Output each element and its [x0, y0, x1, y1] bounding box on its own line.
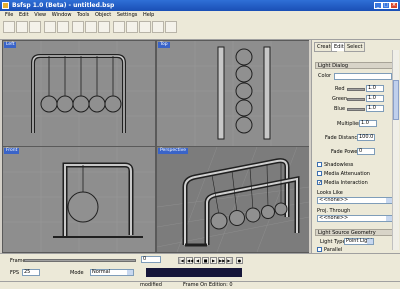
redo-icon[interactable] [57, 21, 69, 33]
parallel-checkbox[interactable] [317, 247, 322, 252]
next-frame-button[interactable]: ▶▶ [218, 257, 225, 264]
multiplier-input[interactable]: 1.0 [359, 120, 377, 127]
cut-icon[interactable] [72, 21, 84, 33]
title-bar: Bsfsp 1.0 (Beta) - untitled.bsp _ □ × [0, 0, 400, 11]
top-view-render [157, 41, 309, 146]
media-interaction-label: Media Interaction [324, 180, 368, 186]
timeline-bar: Frame 0 |◀ ◀◀ ◀ ■ ▶ ▶▶ ▶| ● FPS 25 Mode … [0, 253, 400, 281]
copy-icon[interactable] [85, 21, 97, 33]
status-bar: modified Frame On Edition: 0 [0, 281, 400, 289]
fade-power-label: Fade Power [331, 149, 360, 155]
red-label: Red [335, 86, 345, 92]
menu-edit[interactable]: Edit [19, 12, 29, 18]
section-light-dialog[interactable]: Light Dialog [315, 62, 394, 69]
menu-tools[interactable]: Tools [77, 12, 89, 18]
save-file-icon[interactable] [29, 21, 41, 33]
multiplier-label: Multiplier [337, 121, 361, 127]
proj-through-label: Proj. Through [317, 208, 351, 214]
play-button[interactable]: ▶ [210, 257, 217, 264]
blue-slider[interactable] [347, 108, 365, 111]
grid-icon[interactable] [126, 21, 138, 33]
prev-frame-button[interactable]: ◀◀ [186, 257, 193, 264]
green-input[interactable]: 1.0 [366, 95, 384, 102]
shadowless-label: Shadowless [324, 162, 354, 168]
menu-bar: File Edit View Window Tools Object Setti… [0, 11, 400, 19]
viewport-label-left: Left [4, 42, 17, 48]
proj-through-select[interactable]: <<none>> [317, 215, 393, 222]
window-title: Bsfsp 1.0 (Beta) - untitled.bsp [12, 2, 115, 9]
maximize-button[interactable]: □ [382, 2, 390, 9]
open-file-icon[interactable] [16, 21, 28, 33]
menu-view[interactable]: View [34, 12, 46, 18]
app-icon [2, 2, 9, 9]
last-frame-button[interactable]: ▶| [226, 257, 233, 264]
minimize-button[interactable]: _ [374, 2, 382, 9]
viewport-front[interactable]: Front [3, 147, 155, 252]
fade-distance-label: Fade Distance [325, 135, 361, 141]
media-interaction-checkbox[interactable]: ✓ [317, 180, 322, 186]
panel-scrollbar[interactable] [392, 50, 399, 250]
front-view-render [3, 147, 155, 252]
properties-panel: Create Edit Select Light Dialog Color Re… [311, 40, 400, 253]
status-frame-info: Frame On Edition: 0 [183, 282, 233, 288]
fps-label: FPS [10, 270, 20, 276]
fade-power-input[interactable]: 0 [357, 148, 375, 155]
toolbar [0, 19, 400, 56]
frame-slider[interactable] [24, 259, 136, 262]
light-type-select[interactable]: Point Light [344, 238, 374, 245]
first-frame-button[interactable]: |◀ [178, 257, 185, 264]
menu-file[interactable]: File [5, 12, 13, 18]
fps-input[interactable]: 25 [22, 269, 40, 276]
new-file-icon[interactable] [3, 21, 15, 33]
status-state: modified [140, 282, 162, 288]
perspective-view-render [157, 147, 309, 252]
color-label: Color [318, 73, 332, 79]
tab-select[interactable]: Select [344, 42, 366, 52]
mode-select[interactable]: Normal [90, 269, 134, 276]
red-slider[interactable] [347, 88, 365, 91]
looks-like-label: Looks Like [317, 190, 343, 196]
close-button[interactable]: × [390, 2, 398, 9]
green-label: Green [332, 96, 348, 102]
pan-icon[interactable] [165, 21, 177, 33]
looks-like-select[interactable]: <<none>> [317, 197, 393, 204]
red-input[interactable]: 1.0 [366, 85, 384, 92]
zoom-icon[interactable] [152, 21, 164, 33]
render-icon[interactable] [113, 21, 125, 33]
viewport-area: Left Top Front Perspective [2, 40, 309, 253]
shadowless-checkbox[interactable] [317, 162, 322, 167]
color-field[interactable] [334, 73, 392, 80]
play-reverse-button[interactable]: ◀ [194, 257, 201, 264]
mode-label: Mode [70, 270, 84, 276]
timeline-track[interactable] [146, 268, 242, 277]
light-type-label: Light Type [320, 239, 346, 245]
viewport-label-top: Top [158, 42, 170, 48]
viewport-label-perspective: Perspective [158, 148, 189, 154]
record-button[interactable]: ● [236, 257, 243, 264]
viewport-left[interactable]: Left [3, 41, 155, 146]
left-view-render [3, 41, 155, 146]
viewport-perspective[interactable]: Perspective [157, 147, 309, 252]
green-slider[interactable] [347, 98, 365, 101]
menu-window[interactable]: Window [52, 12, 72, 18]
viewport-label-front: Front [4, 148, 20, 154]
section-light-source-geometry[interactable]: Light Source Geometry [315, 229, 394, 236]
media-attenuation-label: Media Attenuation [324, 171, 370, 177]
blue-input[interactable]: 1.0 [366, 105, 384, 112]
menu-object[interactable]: Object [95, 12, 111, 18]
frame-input[interactable]: 0 [141, 256, 161, 263]
fade-distance-input[interactable]: 100.0 [357, 134, 375, 141]
stop-button[interactable]: ■ [202, 257, 209, 264]
menu-help[interactable]: Help [143, 12, 154, 18]
paste-icon[interactable] [98, 21, 110, 33]
viewport-top[interactable]: Top [157, 41, 309, 146]
menu-settings[interactable]: Settings [117, 12, 138, 18]
blue-label: Blue [334, 106, 346, 112]
undo-icon[interactable] [44, 21, 56, 33]
snap-icon[interactable] [139, 21, 151, 33]
media-attenuation-checkbox[interactable] [317, 171, 322, 176]
scrollbar-thumb[interactable] [393, 80, 399, 120]
